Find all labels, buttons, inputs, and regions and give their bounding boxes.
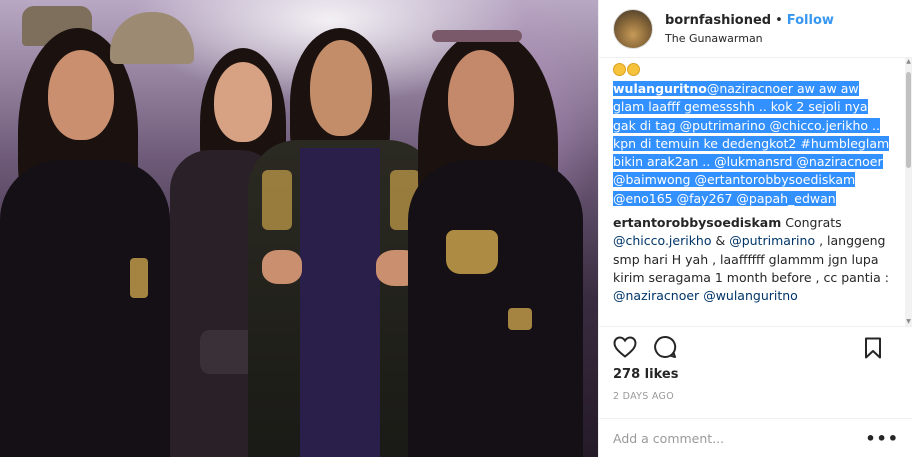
more-options-icon[interactable]: ••• <box>865 429 899 448</box>
person-2-face <box>214 62 272 142</box>
selected-comment-text: wulanguritno@naziracnoer aw aw aw glam l… <box>613 81 890 206</box>
comment-input[interactable] <box>613 430 866 446</box>
mention-link[interactable]: @baimwong <box>613 172 690 187</box>
action-bar <box>599 326 912 366</box>
mention-link[interactable]: @naziracnoer <box>613 288 699 303</box>
comment-button[interactable] <box>651 333 679 361</box>
headband <box>432 30 522 42</box>
add-comment-bar: ••• <box>599 418 912 457</box>
comment-text: ertantorobbysoediskam Congrats @chicco.j… <box>613 215 889 303</box>
location-link[interactable]: The Gunawarman <box>665 32 834 45</box>
post-side-panel: bornfashioned • Follow The Gunawarman wula… <box>598 0 912 457</box>
mention-link[interactable]: @chicco.jerikho <box>770 118 869 133</box>
comment-body-text: & <box>711 233 730 249</box>
person-4-face <box>448 50 514 146</box>
person-1-body <box>0 160 170 457</box>
avatar[interactable] <box>613 8 653 49</box>
comment-username[interactable]: wulanguritno <box>613 81 707 96</box>
comment-bubble-icon <box>654 335 677 358</box>
username-link[interactable]: bornfashioned <box>665 13 771 28</box>
thinking-face-emoji-icon <box>613 63 626 76</box>
comment-item: wulanguritno@naziracnoer aw aw aw glam l… <box>613 80 893 208</box>
mention-link[interactable]: @ertantorobbysoediskam <box>694 172 855 187</box>
person-1-emblem <box>130 258 148 298</box>
mention-link[interactable]: @fay267 <box>677 191 733 206</box>
mention-link[interactable]: @naziracnoer <box>707 81 793 96</box>
like-button[interactable] <box>611 333 639 361</box>
crown-emblem <box>446 230 498 274</box>
person-3-shirt <box>300 148 380 457</box>
scroll-up-arrow-icon[interactable]: ▲ <box>905 58 912 66</box>
post-header: bornfashioned • Follow The Gunawarman <box>599 0 912 58</box>
scroll-down-arrow-icon[interactable]: ▼ <box>905 318 912 326</box>
small-emblem <box>508 308 532 330</box>
background-hat <box>110 12 194 64</box>
header-line: bornfashioned • Follow <box>665 13 834 29</box>
header-text: bornfashioned • Follow The Gunawarman <box>665 13 834 45</box>
comment-item: ertantorobbysoediskam Congrats @chicco.j… <box>613 214 893 305</box>
scroll-thumb[interactable] <box>906 72 911 168</box>
person-4-body <box>408 160 583 457</box>
comment-username[interactable]: ertantorobbysoediskam <box>613 215 781 230</box>
separator-dot: • <box>775 12 783 28</box>
bookmark-icon <box>865 337 881 359</box>
heart-icon <box>613 335 637 358</box>
mention-link[interactable]: @naziracnoer <box>796 154 882 169</box>
comments-scrollbar[interactable]: ▲ ▼ <box>905 58 912 326</box>
mention-link[interactable]: @putrimarino <box>729 233 815 248</box>
hand-left <box>262 250 302 284</box>
save-button[interactable] <box>859 334 887 362</box>
thinking-face-emoji-icon <box>627 63 640 76</box>
likes-count[interactable]: 278 likes <box>613 367 678 382</box>
mention-link[interactable]: @wulanguritno <box>703 288 798 303</box>
robe-embroidery-left <box>262 170 292 230</box>
mention-link[interactable]: @lukmansrd <box>714 154 792 169</box>
post-photo[interactable] <box>0 0 598 457</box>
mention-link[interactable]: @chicco.jerikho <box>613 233 712 248</box>
mention-link[interactable]: @putrimarino <box>680 118 766 133</box>
comment-body-text: Congrats <box>781 215 842 231</box>
follow-button[interactable]: Follow <box>787 13 834 28</box>
person-1-face <box>48 50 114 140</box>
mention-link[interactable]: @eno165 <box>613 191 673 206</box>
post-timestamp[interactable]: 2 DAYS AGO <box>613 391 674 402</box>
comments-list[interactable]: wulanguritno@naziracnoer aw aw aw glam l… <box>599 58 903 326</box>
person-3-face <box>310 40 372 136</box>
emoji-row <box>613 58 893 80</box>
mention-link[interactable]: @papah_edwan <box>736 191 835 206</box>
